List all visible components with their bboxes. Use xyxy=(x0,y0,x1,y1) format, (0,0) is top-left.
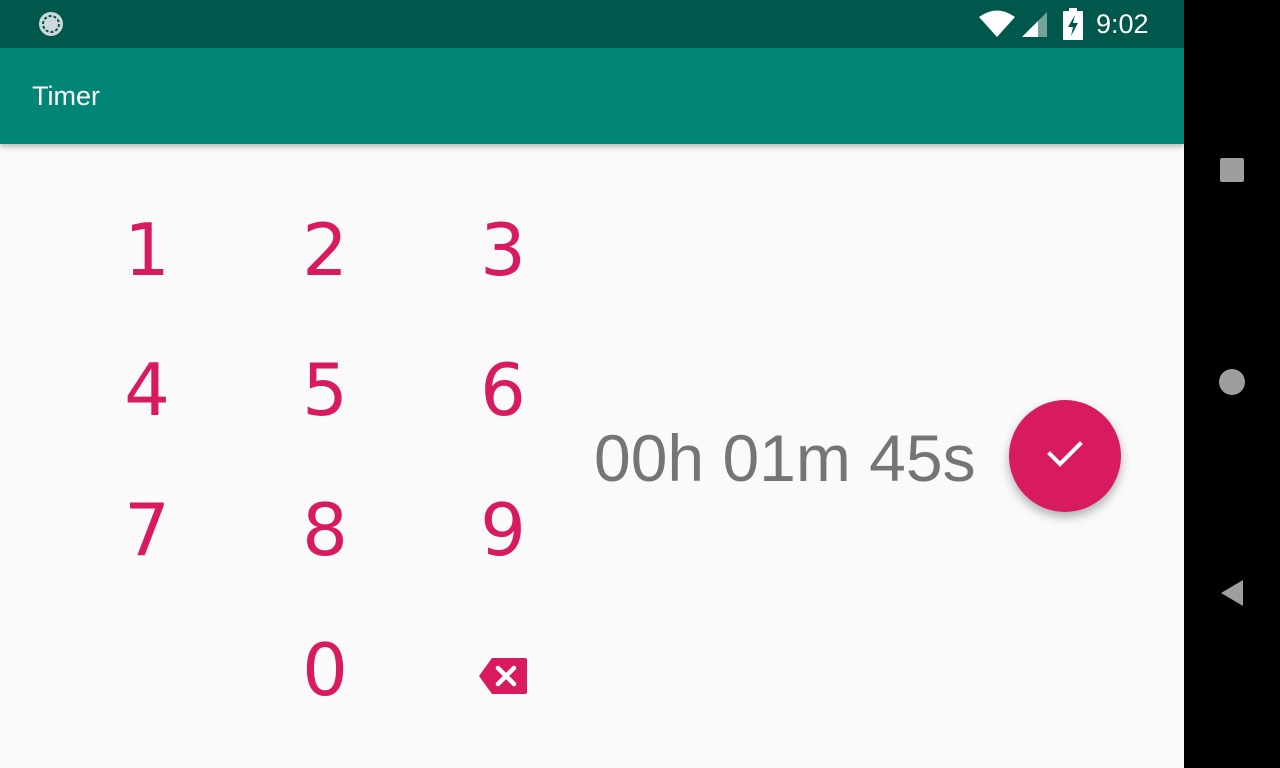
check-icon xyxy=(1045,434,1085,479)
app-title: Timer xyxy=(32,81,100,111)
key-7[interactable]: 7 xyxy=(58,460,236,600)
signal-icon xyxy=(1020,10,1048,38)
battery-charging-icon xyxy=(1062,8,1084,40)
key-2[interactable]: 2 xyxy=(236,180,414,320)
key-6[interactable]: 6 xyxy=(414,320,592,460)
home-icon xyxy=(1218,368,1246,401)
keypad: 1 2 3 4 5 6 7 8 9 0 xyxy=(58,180,592,740)
backspace-icon xyxy=(478,628,528,712)
navigation-bar xyxy=(1184,0,1280,768)
recents-icon xyxy=(1219,157,1245,188)
start-timer-button[interactable] xyxy=(1009,400,1121,512)
timer-display: 00h 01m 45s xyxy=(594,421,976,495)
key-5[interactable]: 5 xyxy=(236,320,414,460)
key-3[interactable]: 3 xyxy=(414,180,592,320)
back-button[interactable] xyxy=(1208,571,1256,619)
home-button[interactable] xyxy=(1208,360,1256,408)
recents-button[interactable] xyxy=(1208,148,1256,196)
key-4[interactable]: 4 xyxy=(58,320,236,460)
screen: 9:02 Timer 1 2 3 4 5 6 7 8 9 0 00h 01m 4… xyxy=(0,0,1184,768)
key-8[interactable]: 8 xyxy=(236,460,414,600)
app-bar: Timer xyxy=(0,48,1184,144)
backspace-button[interactable] xyxy=(414,600,592,740)
key-1[interactable]: 1 xyxy=(58,180,236,320)
status-bar: 9:02 xyxy=(0,0,1184,48)
status-clock: 9:02 xyxy=(1096,9,1149,39)
key-0[interactable]: 0 xyxy=(236,600,414,740)
key-9[interactable]: 9 xyxy=(414,460,592,600)
back-icon xyxy=(1219,579,1245,612)
notification-icon xyxy=(37,10,65,38)
wifi-icon xyxy=(978,10,1016,38)
